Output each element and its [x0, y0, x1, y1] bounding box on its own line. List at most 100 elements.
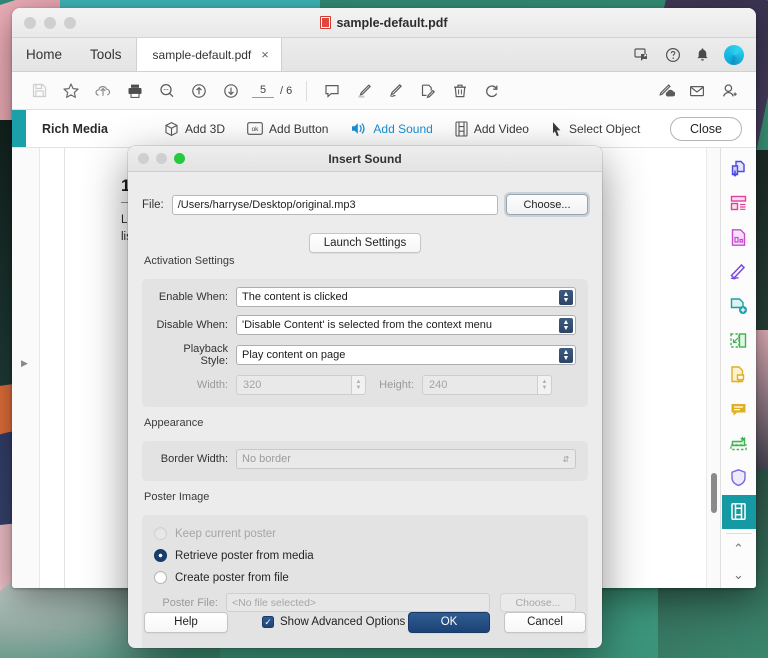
cloud-upload-icon[interactable] — [88, 76, 118, 106]
add-comment-icon[interactable] — [722, 289, 756, 323]
page-down-icon[interactable] — [216, 76, 246, 106]
highlight-pen-icon[interactable] — [349, 76, 379, 106]
show-advanced-options-checkbox[interactable]: ✓ Show Advanced Options — [262, 616, 405, 628]
disable-when-value: 'Disable Content' is selected from the c… — [242, 319, 492, 331]
rail-scroll-down-icon[interactable]: ⌄ — [733, 562, 744, 588]
dialog-title: Insert Sound — [328, 151, 402, 166]
appearance-group: Border Width: No border ⇵ — [142, 441, 588, 481]
width-input[interactable]: 320 — [236, 375, 352, 395]
add-video-button[interactable]: Add Video — [455, 120, 529, 137]
activation-settings-title: Activation Settings — [144, 255, 235, 267]
height-label: Height: — [379, 379, 414, 391]
add-sound-button[interactable]: Add Sound — [350, 121, 433, 136]
comment-box-icon[interactable] — [722, 392, 756, 426]
document-scrollbar[interactable] — [706, 148, 720, 588]
choose-file-button[interactable]: Choose... — [506, 194, 588, 215]
zoom-search-icon[interactable] — [152, 76, 182, 106]
edit-page-icon[interactable] — [413, 76, 443, 106]
crop-pages-icon[interactable] — [722, 323, 756, 357]
add-button-label: Add Button — [269, 121, 329, 136]
expand-pane-icon[interactable]: ▶ — [21, 358, 28, 369]
disable-when-row: Disable When: 'Disable Content' is selec… — [154, 315, 576, 335]
help-button[interactable]: Help — [144, 611, 228, 633]
poster-option-create-from-file[interactable]: Create poster from file — [154, 571, 576, 584]
select-object-button[interactable]: Select Object — [551, 121, 640, 137]
email-icon[interactable] — [682, 76, 712, 106]
protect-icon[interactable] — [722, 461, 756, 495]
cancel-button[interactable]: Cancel — [504, 611, 586, 633]
document-tab[interactable]: sample-default.pdf × — [135, 38, 282, 71]
rotate-icon[interactable] — [477, 76, 507, 106]
organize-pages-icon[interactable] — [722, 186, 756, 220]
help-icon[interactable] — [665, 47, 681, 63]
radio-retrieve-poster-from-media[interactable] — [154, 549, 167, 562]
page-navigator[interactable]: 5 / 6 — [252, 84, 292, 98]
rich-media-icon[interactable] — [721, 494, 756, 530]
close-rich-media-button[interactable]: Close — [670, 117, 742, 141]
cursor-arrow-icon — [551, 121, 563, 137]
export-pdf-icon[interactable] — [722, 152, 756, 186]
rail-scroll-up-icon[interactable]: ⌃ — [733, 536, 744, 562]
checkbox-checked-icon[interactable]: ✓ — [262, 616, 274, 628]
avatar[interactable] — [724, 44, 744, 65]
add-person-icon[interactable] — [714, 76, 744, 106]
tab-launch-settings[interactable]: Launch Settings — [308, 233, 422, 253]
comment-icon[interactable] — [317, 76, 347, 106]
add-3d-label: Add 3D — [185, 121, 226, 136]
enable-when-label: Enable When: — [158, 291, 228, 303]
file-path-input[interactable]: /Users/harryse/Desktop/original.mp3 — [171, 194, 498, 215]
border-width-select[interactable]: No border ⇵ — [236, 449, 576, 469]
share-icon[interactable] — [634, 47, 651, 63]
playback-style-select[interactable]: Play content on page ▲ ▼ — [236, 345, 576, 365]
svg-text:ok: ok — [252, 126, 260, 133]
radio-create-poster-from-file[interactable] — [154, 571, 167, 584]
height-stepper[interactable]: ▲ ▼ — [538, 375, 552, 395]
radio-keep-current-poster[interactable] — [154, 527, 167, 540]
disable-when-select[interactable]: 'Disable Content' is selected from the c… — [236, 315, 576, 335]
page-number-input[interactable]: 5 — [252, 84, 274, 98]
document-tab-label: sample-default.pdf — [152, 47, 252, 62]
signature-icon[interactable] — [381, 76, 411, 106]
width-label: Width: — [196, 379, 228, 391]
ok-button[interactable]: OK — [408, 611, 490, 633]
left-navigation-pane[interactable]: ▶ — [12, 148, 40, 588]
fill-and-sign-icon[interactable] — [722, 255, 756, 289]
tab-bar-filler — [282, 38, 634, 71]
save-icon[interactable] — [24, 76, 54, 106]
rich-media-accent-bar — [12, 110, 26, 147]
chevron-updown-icon: ▲ ▼ — [559, 348, 573, 363]
add-sound-label: Add Sound — [373, 121, 433, 136]
chevron-updown-icon: ⇵ — [562, 454, 570, 464]
print-icon[interactable] — [120, 76, 150, 106]
enable-when-select[interactable]: The content is clicked ▲ ▼ — [236, 287, 576, 307]
star-icon[interactable] — [56, 76, 86, 106]
border-width-label: Border Width: — [160, 453, 228, 465]
pdf-file-icon — [320, 16, 332, 29]
width-stepper[interactable]: ▲ ▼ — [352, 375, 366, 395]
nav-tools[interactable]: Tools — [76, 38, 136, 71]
bell-icon[interactable] — [695, 47, 710, 63]
edit-pdf-icon[interactable] — [722, 221, 756, 255]
rail-divider — [725, 533, 752, 535]
height-input[interactable]: 240 — [422, 375, 538, 395]
poster-option-keep-current[interactable]: Keep current poster — [154, 527, 576, 540]
appearance-title: Appearance — [144, 417, 204, 429]
retrieve-poster-label: Retrieve poster from media — [175, 549, 314, 562]
scan-ocr-icon[interactable] — [722, 426, 756, 460]
dialog-titlebar: Insert Sound — [128, 146, 602, 172]
scrollbar-thumb[interactable] — [711, 473, 717, 513]
trash-icon[interactable] — [445, 76, 475, 106]
attach-cloud-icon[interactable] — [650, 76, 680, 106]
page-up-icon[interactable] — [184, 76, 214, 106]
add-video-label: Add Video — [473, 121, 529, 136]
add-button-button[interactable]: ok Add Button — [247, 122, 328, 136]
page-total-label: / 6 — [280, 84, 293, 97]
close-icon[interactable]: × — [261, 47, 269, 62]
add-3d-button[interactable]: Add 3D — [164, 121, 225, 137]
chevron-updown-icon: ▲ ▼ — [559, 290, 573, 305]
rich-media-title: Rich Media — [42, 121, 108, 136]
poster-option-retrieve-media[interactable]: Retrieve poster from media — [154, 549, 576, 562]
nav-home[interactable]: Home — [12, 38, 76, 71]
stamp-icon[interactable] — [722, 358, 756, 392]
select-object-label: Select Object — [568, 121, 641, 136]
